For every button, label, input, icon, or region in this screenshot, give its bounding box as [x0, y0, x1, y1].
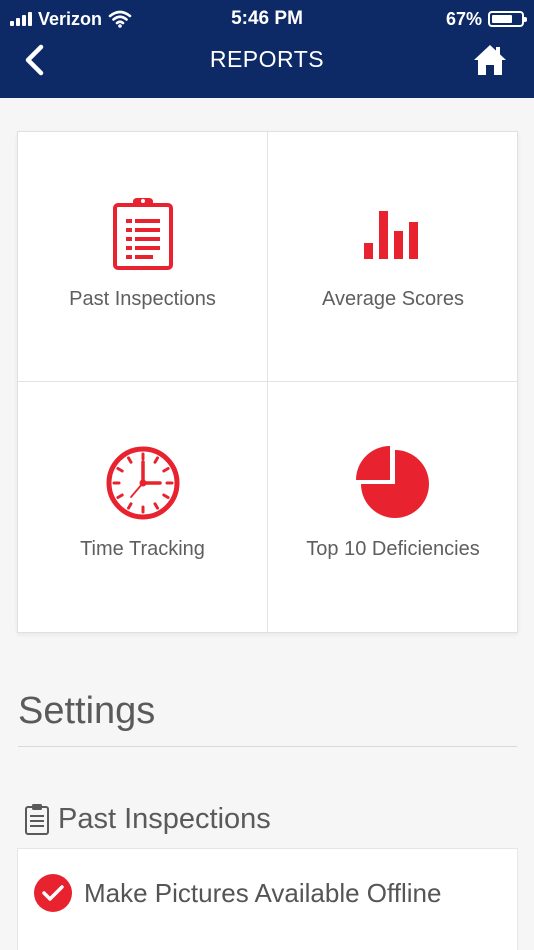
clipboard-icon [112, 198, 173, 270]
checkmark-circle-icon[interactable] [34, 874, 72, 912]
tile-label: Past Inspections [69, 288, 216, 310]
top-bar: Verizon 5:46 PM 67% REPORTS [0, 0, 534, 98]
settings-heading: Settings [18, 690, 156, 732]
tile-top-10-deficiencies[interactable]: Top 10 Deficiencies [268, 382, 518, 632]
wifi-icon [108, 10, 132, 28]
signal-icon [10, 12, 32, 26]
battery-percent: 67% [445, 8, 482, 29]
home-icon[interactable] [472, 42, 508, 78]
tile-label: Time Tracking [80, 538, 205, 560]
option-make-pictures-offline[interactable]: Make Pictures Available Offline [34, 873, 441, 913]
status-bar: Verizon 5:46 PM 67% [0, 0, 534, 38]
settings-divider [18, 746, 517, 747]
tile-label: Average Scores [322, 288, 464, 310]
settings-card: Make Pictures Available Offline [17, 848, 518, 950]
option-label: Make Pictures Available Offline [84, 877, 442, 908]
reports-grid: Past Inspections Average Scores Time Tra… [17, 131, 518, 633]
page-title: REPORTS [209, 46, 325, 72]
tile-icon-wrap [268, 444, 518, 522]
section-title: Past Inspections [58, 802, 271, 835]
tile-icon-wrap [18, 194, 267, 272]
status-left: Verizon [10, 8, 132, 30]
tile-past-inspections[interactable]: Past Inspections [18, 132, 268, 382]
nav-bar: REPORTS [0, 38, 534, 82]
back-chevron-icon[interactable] [22, 44, 48, 76]
carrier-label: Verizon [38, 8, 103, 29]
tile-icon-wrap [18, 444, 267, 522]
tile-average-scores[interactable]: Average Scores [268, 132, 518, 382]
tile-icon-wrap [268, 194, 518, 272]
tile-time-tracking[interactable]: Time Tracking [18, 382, 268, 632]
status-right: 67% [445, 8, 527, 30]
tile-label: Top 10 Deficiencies [306, 538, 480, 560]
pie-chart-icon [356, 446, 429, 518]
battery-icon [488, 11, 527, 27]
bar-chart-icon [364, 211, 418, 259]
clipboard-outline-icon [25, 804, 49, 835]
settings-section-past-inspections: Past Inspections [24, 800, 271, 838]
clock-icon [106, 446, 179, 520]
